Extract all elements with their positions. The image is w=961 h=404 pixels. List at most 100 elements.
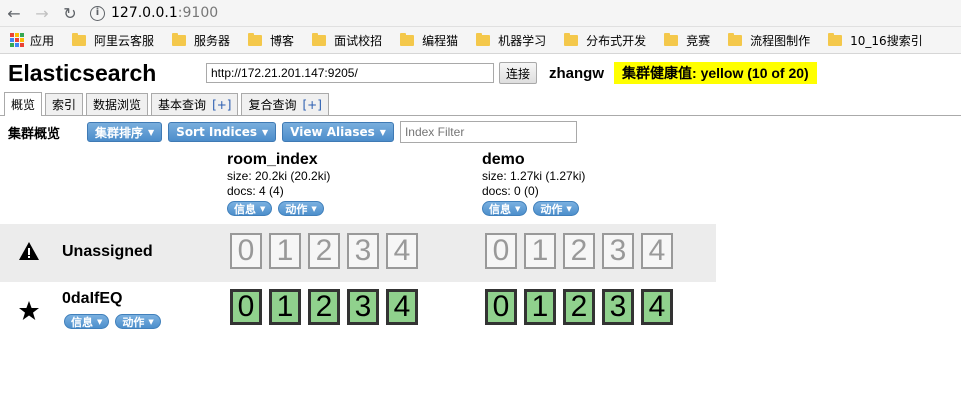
- apps-grid-icon: [10, 33, 24, 47]
- tab-overview[interactable]: 概览: [4, 92, 43, 116]
- shard-assigned[interactable]: 0: [485, 289, 517, 325]
- back-arrow-icon[interactable]: ←: [0, 0, 28, 27]
- button-label: 动作: [122, 315, 145, 329]
- bookmark-apps[interactable]: 应用: [10, 32, 54, 49]
- bookmark-folder[interactable]: 分布式开发: [564, 32, 646, 49]
- sort-indices-button[interactable]: Sort Indices ▼: [168, 122, 277, 142]
- app-title: Elasticsearch: [8, 59, 157, 86]
- caret-down-icon: ▼: [148, 127, 155, 137]
- bookmark-label: 服务器: [194, 33, 231, 48]
- shard-group-room-index: 0 1 2 3 4: [230, 289, 425, 325]
- node-row-0daifeq: 0daIfEQ 信息 ▼ 动作 ▼ 0 1 2 3 4 0 1 2 3 4: [0, 282, 716, 342]
- cluster-health-badge: 集群健康值: yellow (10 of 20): [614, 62, 817, 84]
- tab-label: 数据浏览: [93, 98, 142, 112]
- sort-cluster-button[interactable]: 集群排序 ▼: [87, 122, 163, 142]
- folder-icon: [664, 32, 679, 46]
- bookmark-folder[interactable]: 10_16搜索引: [828, 32, 923, 49]
- shard-assigned[interactable]: 4: [641, 289, 673, 325]
- tab-bar: 概览 索引 数据浏览 基本查询 [+] 复合查询 [+]: [0, 92, 961, 116]
- tab-plus[interactable]: [+]: [303, 98, 322, 112]
- index-filter-input[interactable]: [399, 121, 577, 143]
- caret-down-icon: ▼: [262, 127, 269, 137]
- index-info-button[interactable]: 信息 ▼: [482, 201, 528, 216]
- index-header-room-index: room_index size: 20.2ki (20.2ki) docs: 4…: [227, 151, 330, 216]
- view-aliases-button[interactable]: View Aliases ▼: [282, 122, 394, 142]
- shard-unassigned[interactable]: 4: [386, 233, 418, 269]
- bookmark-folder[interactable]: 编程猫: [400, 32, 458, 49]
- tab-indices[interactable]: 索引: [45, 93, 84, 115]
- shard-unassigned[interactable]: 3: [602, 233, 634, 269]
- button-label: 动作: [285, 202, 308, 216]
- node-info-button[interactable]: 信息 ▼: [64, 314, 110, 329]
- bookmark-folder[interactable]: 流程图制作: [728, 32, 810, 49]
- index-size: size: 1.27ki (1.27ki): [482, 169, 586, 183]
- node-name: Unassigned: [62, 243, 153, 260]
- shard-unassigned[interactable]: 1: [524, 233, 556, 269]
- bookmark-folder[interactable]: 阿里云客服: [72, 32, 154, 49]
- bookmark-folder[interactable]: 面试校招: [312, 32, 382, 49]
- reload-icon[interactable]: ↻: [56, 0, 84, 27]
- caret-down-icon: ▼: [97, 317, 103, 326]
- shard-assigned[interactable]: 4: [386, 289, 418, 325]
- folder-icon: [172, 32, 187, 46]
- shard-unassigned[interactable]: 2: [308, 233, 340, 269]
- shard-unassigned[interactable]: 3: [347, 233, 379, 269]
- tab-plus[interactable]: [+]: [212, 98, 231, 112]
- tab-label: 基本查询: [158, 98, 207, 112]
- shard-assigned[interactable]: 0: [230, 289, 262, 325]
- bookmark-label: 10_16搜索引: [850, 33, 923, 48]
- tab-browser[interactable]: 数据浏览: [86, 93, 149, 115]
- shard-unassigned[interactable]: 2: [563, 233, 595, 269]
- caret-down-icon: ▼: [379, 127, 386, 137]
- connection-url-input[interactable]: [206, 63, 494, 83]
- shard-assigned[interactable]: 2: [563, 289, 595, 325]
- bookmark-folder[interactable]: 服务器: [172, 32, 230, 49]
- bookmark-label: 面试校招: [334, 33, 383, 48]
- button-label: 动作: [540, 202, 563, 216]
- tab-compound-query[interactable]: 复合查询 [+]: [241, 93, 329, 115]
- index-header-demo: demo size: 1.27ki (1.27ki) docs: 0 (0) 信…: [482, 151, 585, 216]
- toolbar-title: 集群概览: [8, 126, 61, 142]
- button-label: 集群排序: [95, 125, 144, 140]
- bookmark-label: 竞赛: [686, 33, 711, 48]
- shard-unassigned[interactable]: 0: [485, 233, 517, 269]
- caret-down-icon: ▼: [566, 204, 572, 213]
- bookmark-folder[interactable]: 博客: [248, 32, 294, 49]
- url-field[interactable]: i 127.0.0.1:9100: [84, 0, 961, 27]
- shard-group-room-index: 0 1 2 3 4: [230, 233, 425, 269]
- shard-unassigned[interactable]: 0: [230, 233, 262, 269]
- star-icon: [18, 300, 40, 326]
- button-label: 信息: [71, 315, 93, 329]
- tab-basic-query[interactable]: 基本查询 [+]: [151, 93, 239, 115]
- connect-button[interactable]: 连接: [499, 62, 538, 84]
- bookmark-label: 编程猫: [422, 33, 459, 48]
- shard-unassigned[interactable]: 4: [641, 233, 673, 269]
- index-info-button[interactable]: 信息 ▼: [227, 201, 273, 216]
- bookmark-label: 应用: [30, 33, 55, 48]
- index-action-button[interactable]: 动作 ▼: [278, 201, 324, 216]
- button-label: 信息: [234, 202, 256, 216]
- index-docs: docs: 0 (0): [482, 184, 539, 198]
- index-action-button[interactable]: 动作 ▼: [533, 201, 579, 216]
- bookmark-folder[interactable]: 竞赛: [664, 32, 710, 49]
- folder-icon: [400, 32, 415, 46]
- shard-assigned[interactable]: 3: [602, 289, 634, 325]
- forward-arrow-icon[interactable]: →: [28, 0, 56, 27]
- shard-assigned[interactable]: 2: [308, 289, 340, 325]
- caret-down-icon: ▼: [311, 204, 317, 213]
- shard-assigned[interactable]: 1: [524, 289, 556, 325]
- shard-unassigned[interactable]: 1: [269, 233, 301, 269]
- shard-group-demo: 0 1 2 3 4: [485, 289, 680, 325]
- folder-icon: [312, 32, 327, 46]
- bookmark-folder[interactable]: 机器学习: [476, 32, 546, 49]
- shard-assigned[interactable]: 3: [347, 289, 379, 325]
- caret-down-icon: ▼: [515, 204, 521, 213]
- node-action-button[interactable]: 动作 ▼: [115, 314, 161, 329]
- bookmark-label: 机器学习: [498, 33, 547, 48]
- node-row-unassigned: Unassigned 0 1 2 3 4 0 1 2 3 4: [0, 224, 716, 282]
- tab-label: 索引: [52, 98, 77, 112]
- info-icon[interactable]: i: [90, 5, 105, 21]
- es-header: Elasticsearch 连接 zhangw 集群健康值: yellow (1…: [0, 54, 961, 92]
- shard-assigned[interactable]: 1: [269, 289, 301, 325]
- tab-label: 概览: [11, 98, 36, 112]
